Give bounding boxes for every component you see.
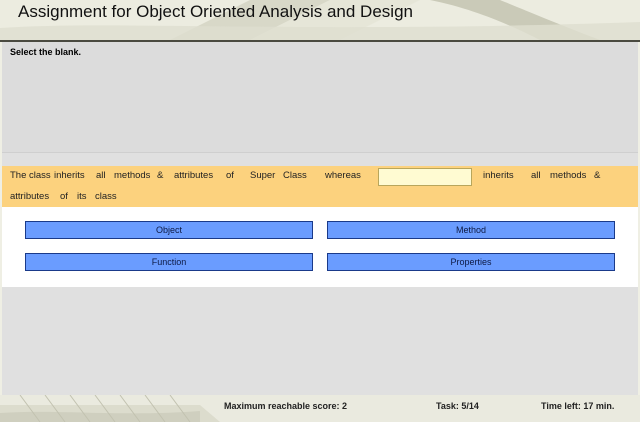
instruction-text: Select the blank. bbox=[10, 47, 82, 57]
time-left-prefix: Time left: bbox=[541, 401, 581, 411]
sentence-word: inherits bbox=[54, 170, 85, 181]
max-score-label: Maximum reachable score: 2 bbox=[224, 401, 348, 411]
answer-button-object[interactable]: Object bbox=[25, 221, 313, 239]
answer-button-function[interactable]: Function bbox=[25, 253, 313, 271]
sentence-word: whereas bbox=[325, 170, 361, 181]
time-left-value: 17 bbox=[583, 401, 594, 411]
sentence-word: & bbox=[594, 170, 601, 181]
answer-button-properties[interactable]: Properties bbox=[327, 253, 615, 271]
sentence-word: all bbox=[531, 170, 541, 181]
sentence-band: The class inherits all methods & attribu… bbox=[2, 166, 638, 207]
blank-answer-field[interactable] bbox=[378, 168, 472, 186]
sentence-word: inherits bbox=[483, 170, 514, 181]
question-panel: Select the blank. bbox=[2, 42, 638, 153]
time-left-unit: min. bbox=[595, 401, 615, 411]
empty-panel bbox=[2, 287, 638, 395]
sentence-word: class bbox=[95, 191, 117, 202]
sentence-word: The bbox=[10, 170, 27, 181]
answer-button-method[interactable]: Method bbox=[327, 221, 615, 239]
sentence-word: & bbox=[157, 170, 164, 181]
answer-options: Object Method Function Properties bbox=[2, 207, 638, 287]
sentence-word: of bbox=[60, 191, 68, 202]
task-counter: Task: 5/14 bbox=[436, 401, 479, 411]
sentence-word: attributes bbox=[174, 170, 214, 181]
sentence-word: Class bbox=[283, 170, 307, 181]
sentence-word: methods bbox=[114, 170, 151, 181]
sentence-word: class bbox=[29, 170, 51, 181]
sentence-word: attributes bbox=[10, 191, 50, 202]
sentence-word: its bbox=[77, 191, 87, 202]
status-bar: Maximum reachable score: 2 Task: 5/14 Ti… bbox=[0, 395, 640, 422]
sentence-word: all bbox=[96, 170, 106, 181]
sentence-word: Super bbox=[250, 170, 276, 181]
sentence-word: methods bbox=[550, 170, 587, 181]
page-title: Assignment for Object Oriented Analysis … bbox=[18, 2, 413, 21]
main-area: Select the blank. The class inherits all… bbox=[2, 42, 638, 395]
time-left: Time left: 17 min. bbox=[541, 401, 614, 411]
header-bar: Assignment for Object Oriented Analysis … bbox=[0, 0, 640, 40]
sentence-word: of bbox=[226, 170, 234, 181]
